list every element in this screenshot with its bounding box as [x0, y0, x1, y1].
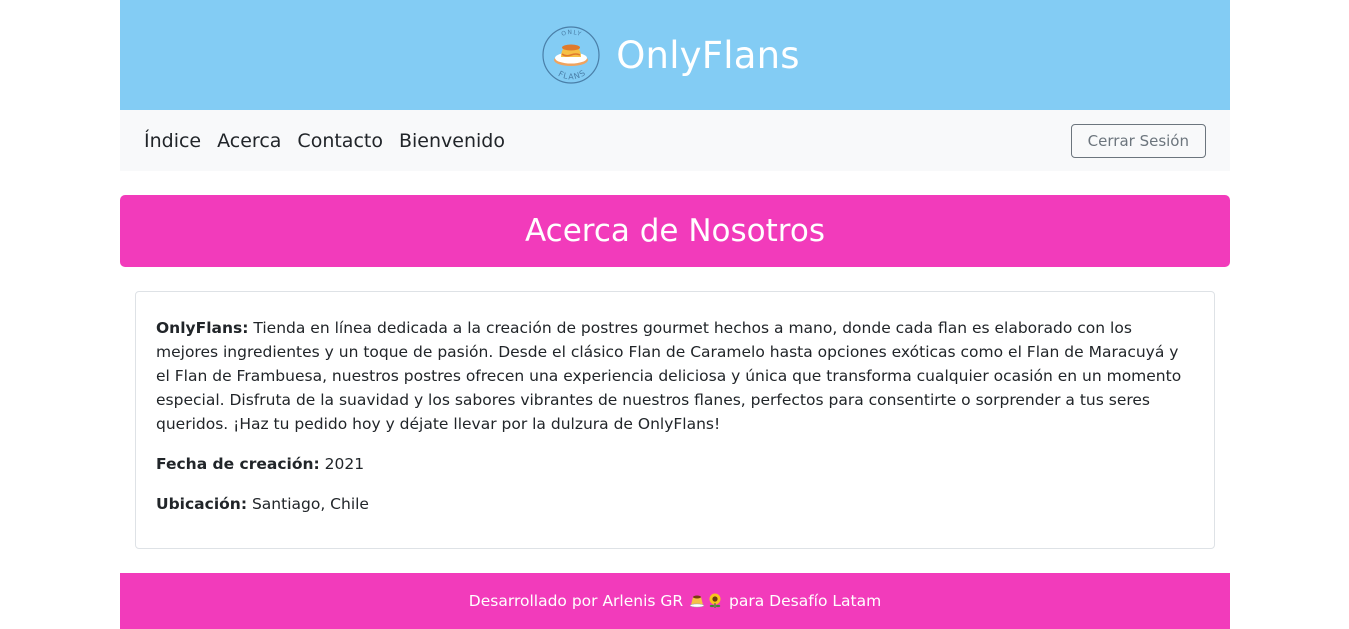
logo-top-text: ONLY [561, 29, 582, 38]
site-title: OnlyFlans [616, 33, 800, 77]
footer-credit: Desarrollado por Arlenis GR [468, 592, 689, 610]
footer-text: Desarrollado por Arlenis GR para Desafío… [469, 592, 881, 610]
svg-text:ONLY: ONLY [561, 29, 583, 38]
sunflower-emoji-icon [707, 592, 723, 608]
page-title-banner: Acerca de Nosotros [120, 195, 1230, 267]
brand[interactable]: ONLY FLANS OnlyFlans [540, 24, 800, 86]
description-text: Tienda en línea dedicada a la creación d… [156, 319, 1182, 433]
svg-text:FLANS: FLANS [557, 68, 588, 81]
nav-links: Índice Acerca Contacto Bienvenido [144, 130, 505, 152]
description-label: OnlyFlans: [156, 319, 249, 337]
description-paragraph: OnlyFlans: Tienda en línea dedicada a la… [156, 316, 1194, 436]
location-paragraph: Ubicación: Santiago, Chile [156, 492, 1194, 516]
creation-date-paragraph: Fecha de creación: 2021 [156, 452, 1194, 476]
site-footer: Desarrollado por Arlenis GR para Desafío… [120, 573, 1230, 629]
nav-link-contacto[interactable]: Contacto [297, 130, 383, 152]
location-value: Santiago, Chile [247, 495, 369, 513]
footer-org: para Desafío Latam [724, 592, 882, 610]
site-header: ONLY FLANS OnlyFlans [120, 0, 1230, 110]
main-navbar: Índice Acerca Contacto Bienvenido Cerrar… [120, 110, 1230, 171]
logo-bottom-text: FLANS [557, 68, 587, 81]
creation-date-label: Fecha de creación: [156, 455, 320, 473]
flan-emoji-icon [689, 592, 705, 608]
location-label: Ubicación: [156, 495, 248, 513]
nav-link-acerca[interactable]: Acerca [217, 130, 281, 152]
page-title: Acerca de Nosotros [525, 213, 825, 249]
logout-button[interactable]: Cerrar Sesión [1070, 123, 1206, 158]
about-card: OnlyFlans: Tienda en línea dedicada a la… [135, 291, 1215, 549]
flan-logo-icon: ONLY FLANS [540, 24, 602, 86]
nav-link-bienvenido[interactable]: Bienvenido [399, 130, 505, 152]
creation-date-value: 2021 [319, 455, 365, 473]
nav-link-indice[interactable]: Índice [144, 130, 201, 152]
